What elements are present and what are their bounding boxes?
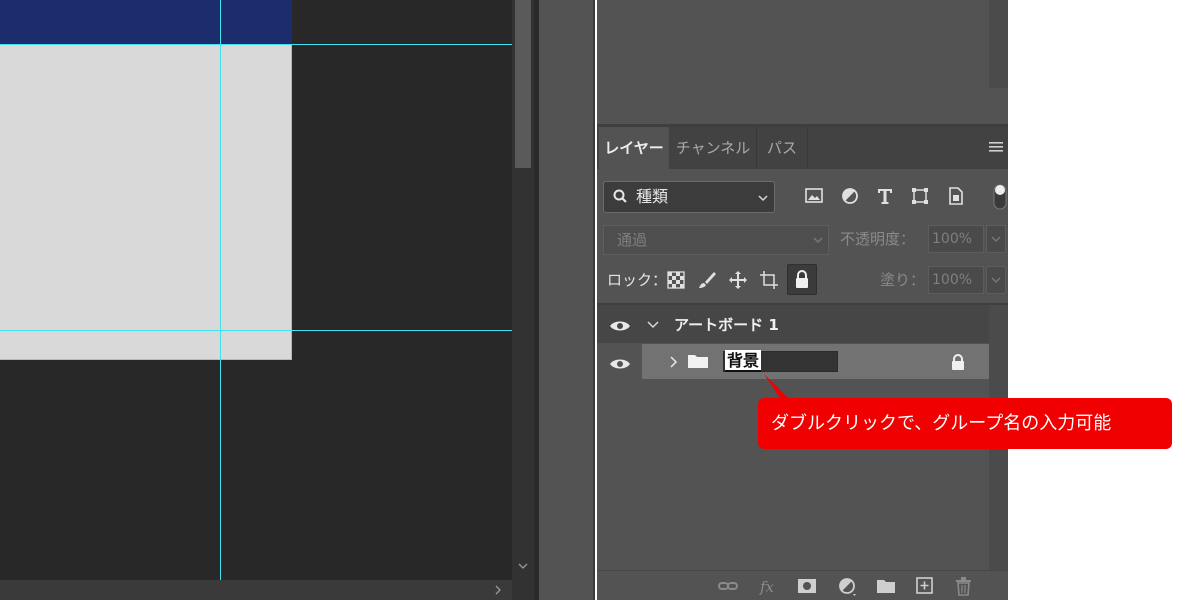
- blend-mode-value: 通過: [617, 231, 648, 249]
- canvas-horizontal-scrollbar[interactable]: [0, 580, 512, 600]
- new-layer-icon[interactable]: [914, 575, 936, 597]
- guide-horizontal[interactable]: [0, 330, 512, 331]
- new-group-folder-icon[interactable]: [875, 575, 897, 597]
- add-mask-icon[interactable]: [796, 575, 818, 597]
- chevron-down-icon[interactable]: [646, 317, 660, 331]
- adjustment-filter-icon[interactable]: [840, 186, 860, 206]
- lock-all-button[interactable]: [787, 264, 817, 295]
- lock-position-move-icon[interactable]: [727, 269, 749, 291]
- scroll-down-arrow-icon[interactable]: [512, 556, 534, 576]
- folder-icon: [687, 352, 709, 370]
- image-filter-icon[interactable]: [804, 186, 824, 206]
- panel-menu-icon[interactable]: [988, 140, 1006, 156]
- chevron-down-icon: [756, 190, 770, 204]
- group-name-selected-text[interactable]: 背景: [725, 350, 762, 372]
- svg-text:fx: fx: [759, 578, 775, 596]
- opacity-value: 100%: [932, 231, 973, 247]
- shape-filter-icon[interactable]: [910, 186, 930, 206]
- artboard-header-band: [0, 0, 292, 45]
- new-adjustment-layer-icon[interactable]: [836, 575, 858, 597]
- lock-artboard-nesting-icon[interactable]: [758, 269, 780, 291]
- fill-label: 塗り：: [880, 271, 926, 289]
- collapsed-panel-strip: [539, 0, 595, 600]
- annotation-callout: ダブルクリックで、グループ名の入力可能: [758, 398, 1172, 449]
- layer-style-fx-icon[interactable]: fx: [757, 575, 779, 597]
- fill-value: 100%: [932, 272, 973, 288]
- layer-lock-icon: [950, 354, 966, 371]
- filter-toggle-switch[interactable]: [993, 182, 1008, 212]
- lock-label: ロック：: [607, 271, 668, 289]
- lock-transparent-pixels-icon[interactable]: [665, 269, 687, 291]
- tab-channels[interactable]: チャンネル: [670, 127, 757, 169]
- artboard-layer-name[interactable]: アートボード 1: [674, 314, 779, 336]
- tab-paths[interactable]: パス: [757, 127, 808, 169]
- search-icon: [612, 187, 630, 207]
- filter-kind-label: 種類: [636, 187, 669, 206]
- guide-vertical[interactable]: [220, 0, 221, 580]
- visibility-eye-icon[interactable]: [609, 356, 631, 370]
- fill-dropdown[interactable]: [986, 266, 1006, 294]
- artboard[interactable]: [0, 0, 292, 360]
- link-layers-icon[interactable]: [717, 575, 739, 597]
- opacity-label: 不透明度：: [840, 230, 916, 248]
- canvas-vertical-scroll-thumb[interactable]: [515, 0, 531, 168]
- lock-image-pixels-brush-icon[interactable]: [696, 269, 718, 291]
- visibility-eye-icon[interactable]: [609, 318, 631, 332]
- type-filter-icon[interactable]: [875, 186, 895, 206]
- opacity-dropdown[interactable]: [986, 225, 1006, 253]
- scroll-right-arrow-icon[interactable]: [488, 580, 508, 600]
- guide-horizontal[interactable]: [0, 44, 512, 45]
- chevron-right-icon[interactable]: [668, 354, 680, 368]
- delete-layer-trash-icon[interactable]: [953, 575, 975, 597]
- smart-object-filter-icon[interactable]: [946, 186, 966, 206]
- upper-panel-scrollbar[interactable]: [989, 0, 1008, 88]
- scrollbar-corner: [512, 580, 534, 600]
- chevron-down-icon: [811, 232, 825, 246]
- tab-layers[interactable]: レイヤー: [599, 127, 669, 169]
